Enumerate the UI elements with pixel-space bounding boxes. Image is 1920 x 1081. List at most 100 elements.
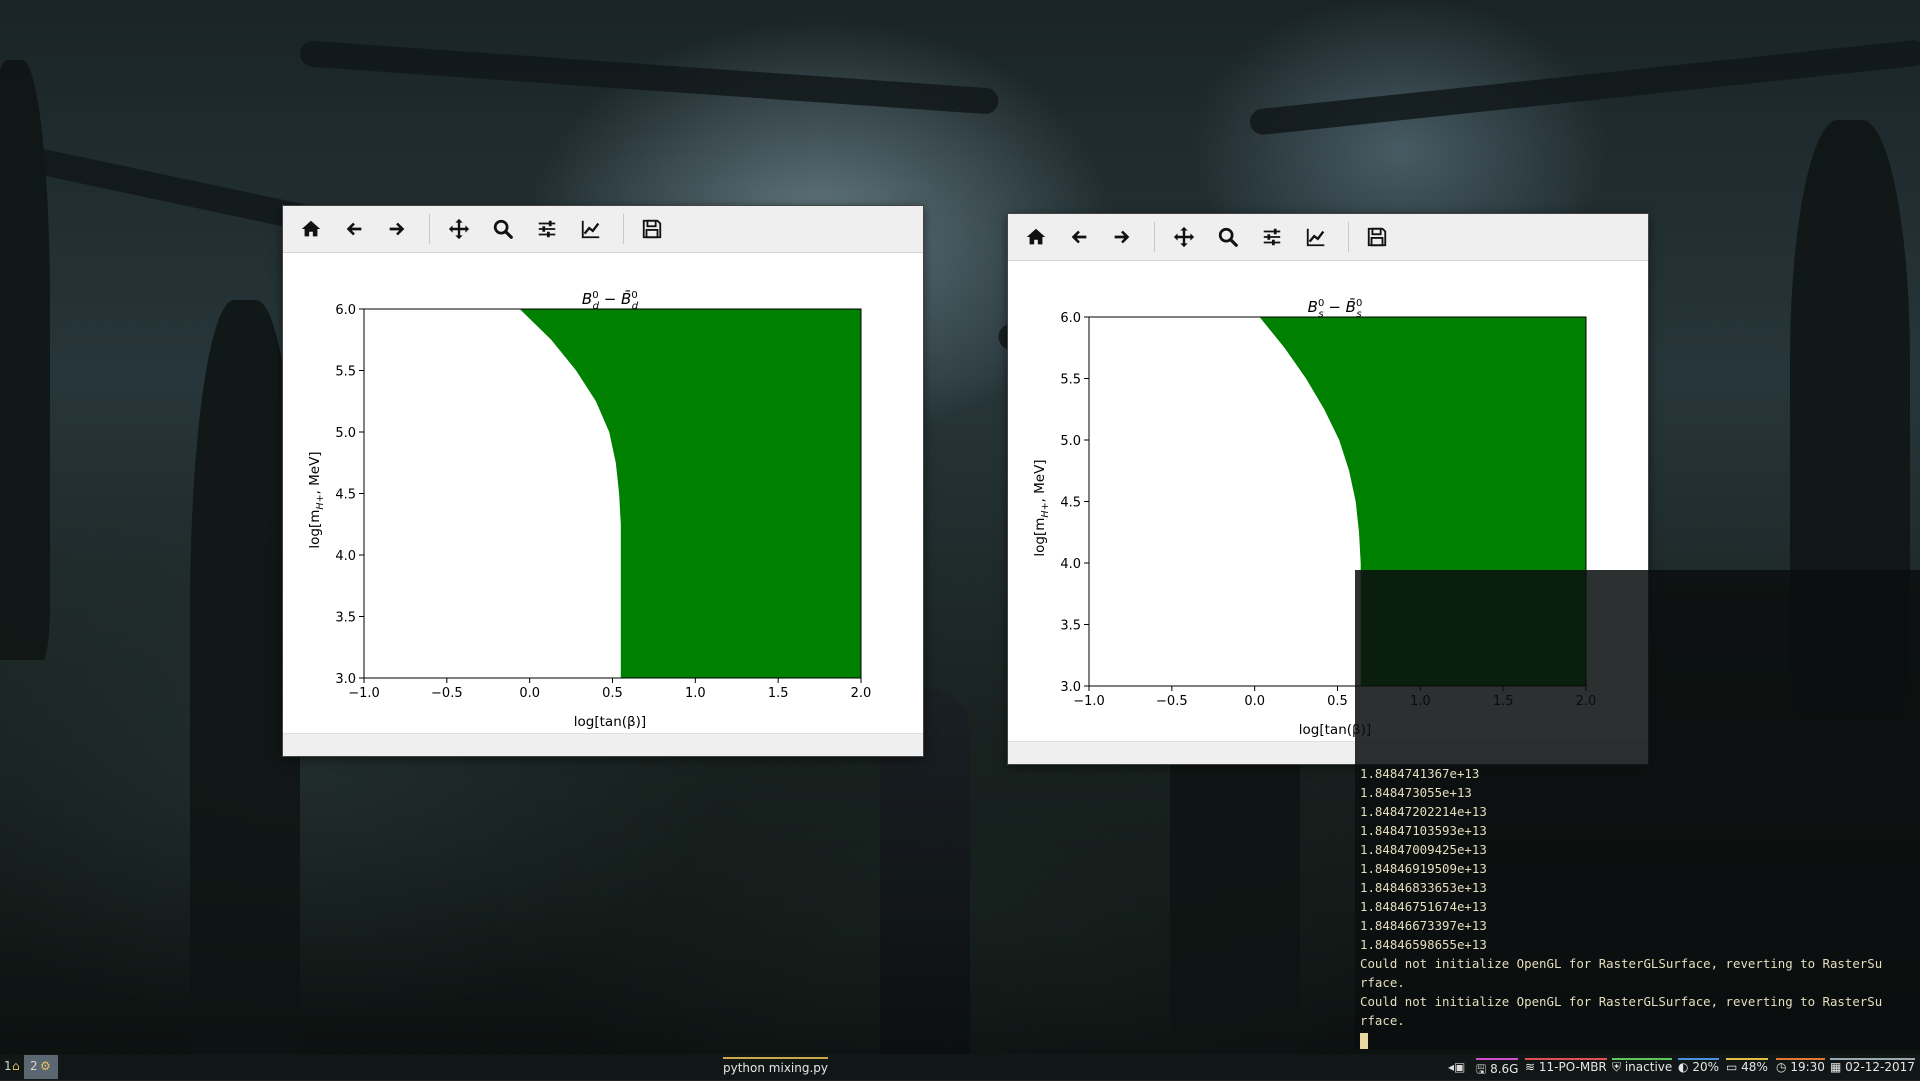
title-sup2: 0 [1356, 298, 1362, 309]
x-tick-label: 0.0 [1244, 694, 1265, 709]
battery-value: 48% [1741, 1060, 1768, 1074]
terminal-line: 1.84847009425e+13 [1360, 842, 1487, 857]
time-status: ◷ 19:30 [1776, 1058, 1825, 1074]
y-tick-label: 5.5 [335, 365, 356, 380]
pan-icon[interactable] [444, 214, 474, 244]
workspace-2[interactable]: 2 [30, 1059, 38, 1073]
x-tick-label: −0.5 [1156, 694, 1188, 709]
y-tick-label: 4.0 [335, 549, 356, 564]
disk-value: 8.6G [1490, 1062, 1519, 1076]
terminal-line: rface. [1360, 975, 1405, 990]
home-icon[interactable] [1021, 222, 1051, 252]
configure-subplots-icon[interactable] [1257, 222, 1287, 252]
terminal-line: 1.84847202214e+13 [1360, 804, 1487, 819]
wifi-status: ≋ 11-PO-MBR [1525, 1058, 1607, 1074]
forward-icon[interactable] [382, 214, 412, 244]
y-label-pre: log[m [1032, 518, 1048, 557]
save-icon[interactable] [637, 214, 667, 244]
y-axis-label: log[mH+, MeV] [307, 451, 326, 548]
clock-icon: ◷ [1776, 1060, 1787, 1074]
back-icon[interactable] [1064, 222, 1094, 252]
y-tick-label: 4.5 [335, 488, 356, 503]
edit-axis-icon[interactable] [1301, 222, 1331, 252]
x-tick-label: −1.0 [1073, 694, 1105, 709]
date-status: ▦ 02-12-2017 [1830, 1058, 1915, 1074]
terminal-line: 1.84846673397e+13 [1360, 918, 1487, 933]
title-minus: − [1324, 298, 1346, 316]
terminal-line: 1.84846751674e+13 [1360, 899, 1487, 914]
terminal-output: 1.8484741367e+13 1.848473055e+13 1.8484720… [1360, 764, 1882, 1049]
y-label-post: , MeV] [307, 451, 323, 494]
y-label-sub: H+ [315, 494, 326, 509]
wifi-value: 11-PO-MBR [1538, 1060, 1607, 1074]
x-tick-label: 0.5 [602, 686, 623, 701]
allowed-region [519, 309, 861, 678]
y-label-sub: H+ [1040, 502, 1051, 517]
wifi-icon: ≋ [1525, 1060, 1536, 1074]
date-value: 02-12-2017 [1845, 1060, 1915, 1074]
title-main2: B̄ [621, 289, 631, 308]
y-tick-label: 3.5 [1060, 619, 1081, 634]
x-tick-label: 2.0 [851, 686, 872, 701]
x-tick-label: −0.5 [431, 686, 463, 701]
status-bar [283, 733, 923, 756]
vpn-value: inactive [1624, 1060, 1673, 1074]
y-tick-label: 3.0 [1060, 680, 1081, 695]
disk-icon: 🖫 [1476, 1062, 1487, 1076]
battery-status: ▭ 48% [1726, 1058, 1768, 1074]
cpu-status: ◐ 20% [1678, 1058, 1719, 1074]
edit-axis-icon[interactable] [576, 214, 606, 244]
terminal-line: 1.84846598655e+13 [1360, 937, 1487, 952]
calendar-icon: ▦ [1830, 1060, 1842, 1074]
home-icon[interactable] [296, 214, 326, 244]
disk-status: 🖫 8.6G [1476, 1058, 1519, 1081]
x-tick-label: −1.0 [348, 686, 380, 701]
terminal-line: 1.8484741367e+13 [1360, 766, 1480, 781]
y-tick-label: 6.0 [335, 303, 356, 318]
terminal-cursor [1360, 1030, 1882, 1049]
volume-icon[interactable]: ◂▣ [1448, 1058, 1465, 1074]
title-main: B [1308, 298, 1318, 316]
y-tick-label: 5.0 [1060, 434, 1081, 449]
y-tick-label: 4.0 [1060, 557, 1081, 572]
title-minus: − [599, 290, 621, 308]
terminal-window[interactable]: 1.8484741367e+13 1.848473055e+13 1.8484720… [1355, 570, 1920, 1050]
x-axis-label: log[tan(β)] [574, 714, 646, 730]
y-tick-label: 6.0 [1060, 311, 1081, 326]
x-tick-label: 1.5 [768, 686, 789, 701]
y-axis-label: log[mH+, MeV] [1032, 459, 1051, 556]
x-tick-label: 1.0 [685, 686, 706, 701]
title-main2: B̄ [1346, 297, 1356, 316]
home-icon: ⌂ [12, 1059, 20, 1073]
plot-toolbar [283, 206, 923, 253]
workspace-1[interactable]: 1 [4, 1059, 12, 1073]
save-icon[interactable] [1362, 222, 1392, 252]
plot-window-bd[interactable]: B0 d − B̄0 d log[tan(β)] log[mH+, MeV] −1.… [283, 206, 923, 756]
x-tick-label: 0.5 [1327, 694, 1348, 709]
plot-area[interactable]: B0 d − B̄0 d log[tan(β)] log[mH+, MeV] −1.… [283, 252, 923, 734]
y-label-pre: log[m [307, 510, 323, 549]
terminal-line: Could not initialize OpenGL for RasterGL… [1360, 956, 1883, 971]
terminal-line: Could not initialize OpenGL for RasterGL… [1360, 994, 1883, 1009]
zoom-icon[interactable] [488, 214, 518, 244]
terminal-line: 1.84846919509e+13 [1360, 861, 1487, 876]
terminal-line: rface. [1360, 1013, 1405, 1028]
cpu-icon: ◐ [1678, 1060, 1689, 1074]
back-icon[interactable] [339, 214, 369, 244]
time-value: 19:30 [1790, 1060, 1825, 1074]
terminal-line: 1.84846833653e+13 [1360, 880, 1487, 895]
taskbar: 1 ⌂ 2 ⚙ python mixing.py ◂▣ 🖫 8.6G ≋ 11-… [0, 1054, 1920, 1080]
configure-subplots-icon[interactable] [532, 214, 562, 244]
pan-icon[interactable] [1169, 222, 1199, 252]
zoom-icon[interactable] [1213, 222, 1243, 252]
y-tick-label: 4.5 [1060, 496, 1081, 511]
title-sup2: 0 [631, 290, 637, 301]
active-window-title[interactable]: python mixing.py [723, 1057, 829, 1077]
battery-icon: ▭ [1726, 1060, 1738, 1074]
title-sup: 0 [592, 290, 598, 301]
terminal-line: 1.84847103593e+13 [1360, 823, 1487, 838]
plot-toolbar [1008, 214, 1648, 261]
terminal-line: 1.848473055e+13 [1360, 785, 1472, 800]
y-tick-label: 5.5 [1060, 373, 1081, 388]
forward-icon[interactable] [1107, 222, 1137, 252]
